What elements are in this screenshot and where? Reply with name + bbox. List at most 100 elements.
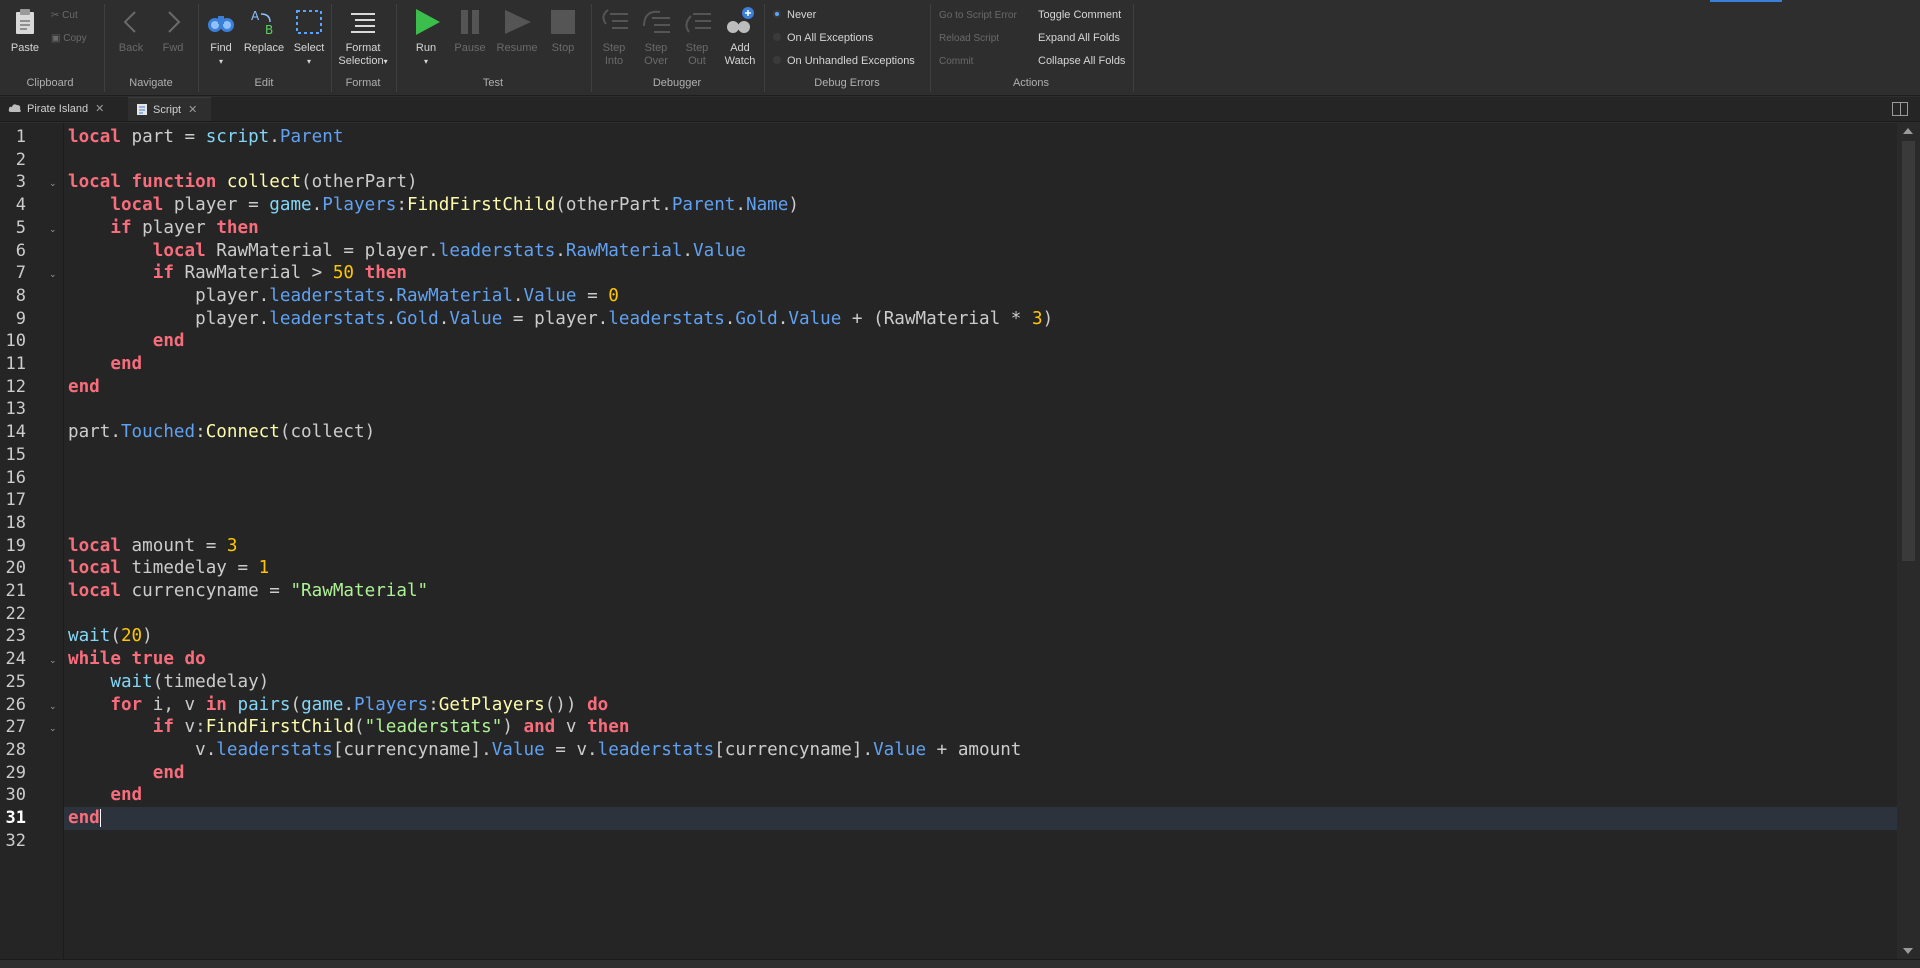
scroll-up-icon[interactable]: [1903, 128, 1913, 134]
pause-button[interactable]: Pause: [448, 4, 492, 55]
code-line[interactable]: player.leaderstats.Gold.Value = player.l…: [64, 308, 1897, 331]
fold-chevron-icon[interactable]: ⌄: [49, 723, 59, 733]
code-line[interactable]: end: [64, 330, 1897, 353]
code-line[interactable]: local function collect(otherPart): [64, 171, 1897, 194]
code-line[interactable]: local RawMaterial = player.leaderstats.R…: [64, 240, 1897, 263]
split-view-icon[interactable]: [1892, 102, 1908, 116]
edit-group-label: Edit: [254, 77, 274, 89]
fold-chevron-icon[interactable]: ⌄: [49, 269, 59, 279]
code-line[interactable]: if RawMaterial > 50 then: [64, 262, 1897, 285]
code-line[interactable]: [64, 467, 1897, 490]
go-to-script-error-button[interactable]: Go to Script Error: [939, 10, 1017, 21]
stop-button[interactable]: Stop: [541, 4, 585, 55]
code-line[interactable]: end: [64, 762, 1897, 785]
code-area[interactable]: local part = script.Parent local function…: [64, 123, 1897, 959]
code-line[interactable]: [64, 398, 1897, 421]
select-label: Select: [293, 42, 325, 54]
editor-bottom-bar: [0, 959, 1920, 968]
code-token: (timedelay): [152, 671, 270, 692]
tab-script[interactable]: Script ✕: [128, 97, 211, 121]
code-line[interactable]: [64, 149, 1897, 172]
line-number: 22: [5, 603, 26, 624]
code-text: wait(timedelay): [68, 671, 269, 694]
code-line[interactable]: local currencyname = "RawMaterial": [64, 580, 1897, 603]
test-group: Run ▾ Pause Resume Stop Test: [397, 0, 589, 96]
code-token: amount =: [120, 535, 227, 556]
step-into-button[interactable]: Step Into: [592, 4, 636, 68]
scroll-down-icon[interactable]: [1903, 948, 1913, 954]
toggle-comment-button[interactable]: Toggle Comment: [1038, 9, 1121, 21]
close-icon[interactable]: ✕: [188, 104, 197, 116]
radio-unhandled-exceptions[interactable]: On Unhandled Exceptions: [773, 55, 915, 67]
forward-button[interactable]: Fwd: [151, 4, 195, 55]
code-line[interactable]: end: [64, 376, 1897, 399]
code-token: .: [343, 694, 355, 715]
replace-icon: AB: [251, 9, 273, 37]
reload-script-button[interactable]: Reload Script: [939, 33, 999, 44]
radio-never[interactable]: Never: [773, 9, 816, 21]
code-line[interactable]: local amount = 3: [64, 535, 1897, 558]
code-token: RawMaterial = player.: [205, 240, 439, 261]
back-button[interactable]: Back: [109, 4, 153, 55]
code-token: "RawMaterial": [290, 581, 429, 601]
fold-chevron-icon[interactable]: ⌄: [49, 701, 59, 711]
code-line[interactable]: local part = script.Parent: [64, 126, 1897, 149]
code-line[interactable]: local timedelay = 1: [64, 557, 1897, 580]
scrollbar-thumb[interactable]: [1902, 141, 1915, 561]
cut-button[interactable]: ✂ Cut: [51, 10, 78, 21]
resume-button[interactable]: Resume: [493, 4, 541, 55]
commit-button[interactable]: Commit: [939, 56, 973, 67]
code-line[interactable]: v.leaderstats[currencyname].Value = v.le…: [64, 739, 1897, 762]
collapse-all-folds-button[interactable]: Collapse All Folds: [1038, 55, 1125, 67]
code-line[interactable]: while true do: [64, 648, 1897, 671]
code-token: + (RawMaterial *: [841, 308, 1032, 329]
code-token: end: [68, 376, 100, 397]
step-out-button[interactable]: Step Out: [675, 4, 719, 68]
code-text: part.Touched:Connect(collect): [68, 421, 375, 444]
code-line[interactable]: [64, 830, 1897, 853]
code-token: ): [502, 717, 524, 738]
run-button[interactable]: Run ▾: [404, 4, 448, 68]
fold-chevron-icon[interactable]: ⌄: [49, 178, 59, 188]
code-line[interactable]: [64, 603, 1897, 626]
find-button[interactable]: Find ▾: [199, 4, 243, 68]
radio-all-exceptions[interactable]: On All Exceptions: [773, 32, 873, 44]
code-line[interactable]: wait(timedelay): [64, 671, 1897, 694]
code-line[interactable]: for i, v in pairs(game.Players:GetPlayer…: [64, 694, 1897, 717]
add-watch-button[interactable]: Add Watch: [718, 4, 762, 68]
tab-pirate-island[interactable]: Pirate Island ✕: [0, 97, 120, 121]
script-editor[interactable]: 1 2 3 ⌄ 4 5 ⌄ 6 7 ⌄ 8 9 10 11 12 13 14 15 16 17 18 19 20 21 22 23…: [0, 123, 1920, 968]
code-line[interactable]: if v:FindFirstChild("leaderstats") and v…: [64, 716, 1897, 739]
code-line[interactable]: if player then: [64, 217, 1897, 240]
select-button[interactable]: Select ▾: [287, 4, 331, 68]
vertical-scrollbar[interactable]: [1897, 123, 1920, 968]
format-selection-button[interactable]: Format Selection▾: [334, 4, 392, 68]
code-text: player.leaderstats.Gold.Value = player.l…: [68, 308, 1053, 331]
fold-chevron-icon[interactable]: ⌄: [49, 655, 59, 665]
copy-button[interactable]: ▣ Copy: [51, 33, 87, 44]
paste-button[interactable]: Paste: [3, 4, 47, 55]
fold-chevron-icon[interactable]: ⌄: [49, 224, 59, 234]
step-over-button[interactable]: Step Over: [634, 4, 678, 68]
code-line[interactable]: [64, 489, 1897, 512]
code-line[interactable]: part.Touched:Connect(collect): [64, 421, 1897, 444]
code-token: .: [735, 195, 746, 216]
expand-all-folds-button[interactable]: Expand All Folds: [1038, 32, 1120, 44]
code-line[interactable]: end: [64, 807, 1897, 830]
close-icon[interactable]: ✕: [95, 103, 104, 115]
code-line[interactable]: wait(20): [64, 625, 1897, 648]
code-line[interactable]: end: [64, 784, 1897, 807]
code-line[interactable]: end: [64, 353, 1897, 376]
code-line[interactable]: [64, 444, 1897, 467]
step-over-label-2: Over: [644, 55, 668, 67]
navigate-group-label: Navigate: [129, 77, 173, 89]
chevron-down-icon: ▾: [423, 57, 428, 66]
code-line[interactable]: player.leaderstats.RawMaterial.Value = 0: [64, 285, 1897, 308]
code-token: then: [216, 217, 259, 238]
code-line[interactable]: [64, 512, 1897, 535]
code-line[interactable]: local player = game.Players:FindFirstChi…: [64, 194, 1897, 217]
replace-button[interactable]: AB Replace: [241, 4, 287, 55]
code-token: "leaderstats": [364, 717, 503, 738]
code-token: Players: [322, 195, 397, 216]
